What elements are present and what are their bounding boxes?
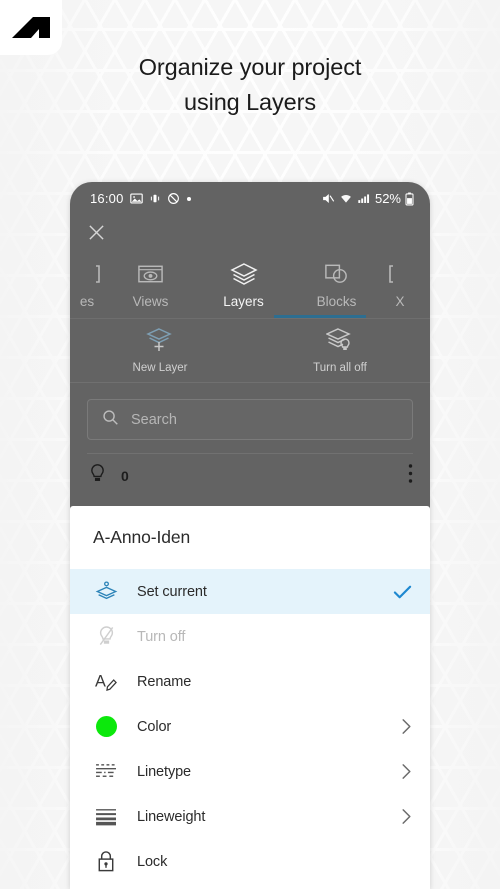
page-title: Organize your project using Layers <box>0 50 500 120</box>
svg-text:A: A <box>95 672 106 690</box>
menu-item-label: Turn off <box>137 628 186 645</box>
autocad-logo-icon <box>11 15 51 41</box>
rename-pencil-icon: A <box>94 670 118 693</box>
linetype-icon <box>94 762 118 781</box>
tab-blocks[interactable]: Blocks <box>290 250 383 318</box>
signal-icon <box>357 192 371 205</box>
menu-item-set-current[interactable]: Set current <box>70 569 430 614</box>
app-logo-tile <box>0 0 62 55</box>
color-swatch-icon <box>94 716 118 737</box>
tab-xrefs[interactable]: X <box>383 250 417 318</box>
vibrate-icon <box>149 192 161 205</box>
layer-options-bottom-sheet: A-Anno-Iden Set current Turn off A Renam… <box>70 506 430 889</box>
eye-view-icon <box>137 259 164 289</box>
xrefs-icon <box>387 259 413 289</box>
lineweight-icon <box>94 807 118 826</box>
menu-item-label: Rename <box>137 673 192 690</box>
menu-item-lineweight[interactable]: Lineweight <box>70 794 430 839</box>
menu-item-turn-off[interactable]: Turn off <box>70 614 430 659</box>
check-icon <box>393 584 412 600</box>
tab-bar: es Views Layers Blocks X <box>70 250 430 318</box>
wifi-icon <box>339 192 353 205</box>
sheet-title: A-Anno-Iden <box>93 527 191 547</box>
chevron-right-icon <box>401 718 412 735</box>
do-not-disturb-icon <box>167 192 180 205</box>
battery-icon <box>405 192 414 206</box>
tab-files[interactable]: es <box>70 250 104 318</box>
tab-label: Blocks <box>316 294 357 309</box>
active-tab-indicator <box>274 315 366 318</box>
tab-layers[interactable]: Layers <box>197 250 290 318</box>
mute-icon <box>321 192 335 205</box>
menu-item-color[interactable]: Color <box>70 704 430 749</box>
layers-current-icon <box>94 580 118 603</box>
lock-icon <box>94 850 118 873</box>
menu-item-label: Color <box>137 718 172 735</box>
battery-percent-label: 52% <box>374 191 401 206</box>
layers-icon <box>229 259 258 289</box>
headline-line-1: Organize your project <box>138 54 362 80</box>
blocks-icon <box>323 259 350 289</box>
tab-views[interactable]: Views <box>104 250 197 318</box>
tab-label: es <box>79 294 95 309</box>
menu-item-label: Set current <box>137 583 207 600</box>
menu-item-label: Lineweight <box>137 808 206 825</box>
tab-label: Views <box>132 294 169 309</box>
tab-label: Layers <box>223 294 264 309</box>
tab-label: X <box>395 294 405 309</box>
screenshot-root: Organize your project using Layers 16:00 <box>0 0 500 889</box>
status-bar-left: 16:00 <box>90 191 192 206</box>
status-bar-right: 52% <box>321 191 414 206</box>
menu-item-lock[interactable]: Lock <box>70 839 430 884</box>
lightbulb-off-icon <box>94 625 118 648</box>
status-bar-clock: 16:00 <box>90 191 124 206</box>
chevron-right-icon <box>401 808 412 825</box>
files-icon <box>74 259 100 289</box>
menu-item-rename[interactable]: A Rename <box>70 659 430 704</box>
menu-item-linetype[interactable]: Linetype <box>70 749 430 794</box>
menu-item-label: Linetype <box>137 763 192 780</box>
status-bar: 16:00 52% <box>70 182 430 215</box>
photo-icon <box>129 192 143 205</box>
menu-item-label: Lock <box>137 853 168 870</box>
headline-line-2: using Layers <box>183 89 317 115</box>
dot-icon <box>186 196 192 202</box>
chevron-right-icon <box>401 763 412 780</box>
